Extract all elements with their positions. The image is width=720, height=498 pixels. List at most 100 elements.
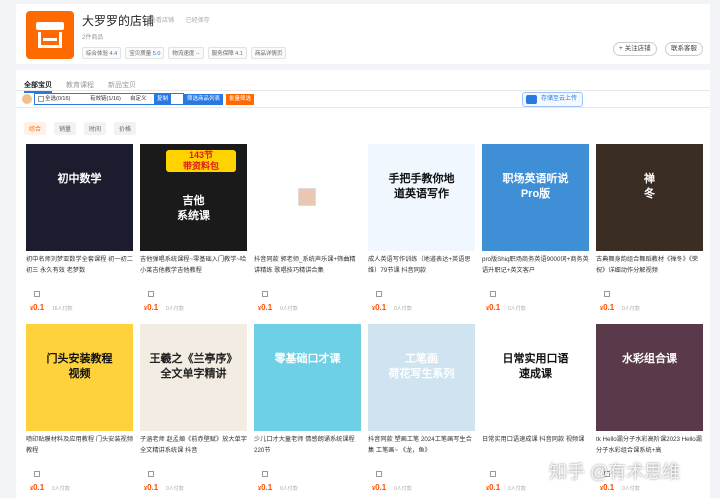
thumbnail-caption: 水彩组合课	[622, 353, 677, 365]
product-title[interactable]: 抖音同款 塑画工笔 2024工笔画写生合集 工笔画~ 《龙，鱼》	[368, 434, 475, 456]
product-sales: 0人付款	[52, 486, 70, 492]
product-title[interactable]: 喷印贴膜材料及应用教程 门头安装视频教程	[26, 434, 133, 456]
sort-comprehensive[interactable]: 综合	[24, 122, 47, 135]
product-thumbnail[interactable]: 门头安装教程 视频	[26, 324, 133, 431]
select-all-checkbox[interactable]: 全选(0/16)	[38, 94, 70, 104]
valid-link-option[interactable]: 有效链(1/16)	[90, 94, 121, 104]
product-thumbnail[interactable]: 手把手教你地 道英语写作	[368, 144, 475, 251]
cloud-upload-label: 存储至云上传	[541, 96, 578, 102]
product-checkbox[interactable]	[490, 291, 496, 297]
shop-name: 大罗罗的店铺	[82, 14, 155, 28]
product-title[interactable]: 日常实用口语速成课 抖音同款 视频课	[482, 434, 589, 456]
product-checkbox[interactable]	[262, 291, 268, 297]
product-sales: 0人付款	[394, 306, 412, 312]
thumbnail-caption: 禅 冬	[644, 173, 655, 200]
copy-button[interactable]: 复制	[154, 94, 172, 105]
product-sales: 0人付款	[508, 486, 526, 492]
product-thumbnail[interactable]: 水彩组合课	[596, 324, 703, 431]
product-thumbnail[interactable]: 禅 冬	[596, 144, 703, 251]
product-checkbox[interactable]	[34, 291, 40, 297]
shop-header: 大罗罗的店铺 查看店铺 已经保存 2件商品 综合体验 4.4 宝贝质量 5.0 物流…	[16, 4, 710, 64]
product-price: ¥0.1	[30, 303, 45, 312]
product-thumbnail[interactable]: 工笔画 荷花写生系列	[368, 324, 475, 431]
product-sales: 0人付款	[622, 486, 640, 492]
product-checkbox[interactable]	[376, 291, 382, 297]
product-checkbox[interactable]	[604, 291, 610, 297]
product-price: ¥0.1	[600, 303, 615, 312]
product-thumbnail[interactable]: 日常实用口语 速成课	[482, 324, 589, 431]
product-price: ¥0.1	[486, 303, 501, 312]
filter-list-button[interactable]: 筛选商品列表	[184, 94, 224, 105]
thumbnail-caption: 手把手教你地 道英语写作	[388, 173, 455, 200]
thumbnail-caption: 工笔画 荷花写生系列	[388, 353, 455, 380]
product-sales: 0人付款	[622, 306, 640, 312]
thumbnail-image	[298, 188, 316, 206]
shop-item-count: 2件商品	[82, 35, 104, 41]
product-title[interactable]: pro版Shiq职场商务英语9000词+商务英语升职记+英文客户	[482, 254, 589, 276]
product-thumbnail[interactable]: 零基础口才课	[254, 324, 361, 431]
cloud-upload-button[interactable]: 存储至云上传	[522, 92, 584, 107]
product-thumbnail[interactable]: 初中数学	[26, 144, 133, 251]
product-title[interactable]: 古典舞身韵组合舞蹈教材《禅冬》《荣祝》详细动作分解视频	[596, 254, 703, 276]
product-checkbox[interactable]	[490, 471, 496, 477]
product-price: ¥0.1	[372, 303, 387, 312]
product-price: ¥0.1	[258, 483, 273, 492]
watermark: 知乎 @有术思维	[549, 462, 681, 482]
batch-filter-button[interactable]: 批量筛选	[226, 94, 255, 105]
custom-option[interactable]: 自定义	[130, 94, 147, 104]
sort-price[interactable]: 价格	[114, 122, 137, 135]
product-price: ¥0.1	[144, 303, 159, 312]
sort-time[interactable]: 时间	[84, 122, 107, 135]
product-checkbox[interactable]	[376, 471, 382, 477]
product-sales: 16人付款	[52, 306, 73, 312]
product-title[interactable]: 抖音同款 郭老师_系统声乐课+筛曲精讲精练 歌唱技巧精讲合集	[254, 254, 361, 276]
product-title[interactable]: 成人英语写作训练（地道表达+英语思维）79节课 抖音同款	[368, 254, 475, 276]
product-price: ¥0.1	[30, 483, 45, 492]
product-checkbox[interactable]	[262, 471, 268, 477]
product-price: ¥0.1	[486, 483, 501, 492]
product-title[interactable]: tk Hello漏分子水彩高阶课2023 Hello漏分子水彩组合课系统+高	[596, 434, 703, 456]
thumbnail-caption: 门头安装教程 视频	[46, 353, 113, 380]
rating-badge: 服务保障 4.1	[207, 47, 247, 59]
thumbnail-caption: 王羲之《兰亭序》 全文单字精讲	[149, 353, 238, 380]
shop-ratings: 综合体验 4.4 宝贝质量 5.0 物流速度 -- 服务保障 4.1 商品详情页	[82, 47, 287, 59]
product-title[interactable]: 初中名师刘梦亚数学全套课程 初一初二 初三 永久有效 老梦数	[26, 254, 133, 276]
shop-logo	[26, 11, 74, 59]
product-title[interactable]: 少儿口才大童老师 情感朗诵系统课程 220节	[254, 434, 361, 456]
product-thumbnail[interactable]: 王羲之《兰亭序》 全文单字精讲	[140, 324, 247, 431]
thumbnail-caption: 初中数学	[57, 173, 102, 185]
product-checkbox[interactable]	[148, 291, 154, 297]
product-thumbnail[interactable]: 吉他 系统课 143节 带资料包	[140, 144, 247, 251]
product-price: ¥0.1	[258, 303, 273, 312]
product-sales: 0人付款	[166, 306, 184, 312]
thumbnail-caption: 吉他 系统课	[177, 195, 210, 222]
selection-toolbar: 全选(0/16) 有效链(1/16) 自定义 复制 筛选商品列表 批量筛选 存储…	[16, 90, 710, 108]
rating-badge: 宝贝质量 5.0	[125, 47, 165, 59]
cloud-icon	[526, 95, 537, 104]
shop-meta: 查看店铺 已经保存	[150, 15, 220, 24]
contact-service-button[interactable]: 联系客服	[665, 42, 703, 56]
product-sales: 0人付款	[280, 306, 298, 312]
avatar	[22, 94, 32, 104]
product-sales: 0人付款	[508, 306, 526, 312]
product-title[interactable]: 吉他弹唱系统课程~零基础入门教学~哈小莱吉他教学吉他教程	[140, 254, 247, 276]
thumbnail-caption: 日常实用口语 速成课	[502, 353, 569, 380]
follow-shop-button[interactable]: + 关注店铺	[613, 42, 657, 56]
product-thumbnail[interactable]: 职场英语听说 Pro版	[482, 144, 589, 251]
thumbnail-caption: 职场英语听说 Pro版	[502, 173, 569, 200]
rating-badge: 物流速度 --	[168, 47, 204, 59]
product-price: ¥0.1	[372, 483, 387, 492]
product-title[interactable]: 子涵老师 赵孟頫《前赤壁赋》放大单字全文精讲系统课 抖音	[140, 434, 247, 456]
sort-sales[interactable]: 销量	[54, 122, 77, 135]
product-checkbox[interactable]	[34, 471, 40, 477]
shop-meta-status: 已经保存	[185, 18, 210, 24]
product-panel: 全部宝贝 教育课程 新品宝贝 全选(0/16) 有效链(1/16) 自定义 复制…	[16, 70, 710, 498]
shop-meta-link[interactable]: 查看店铺	[150, 18, 174, 24]
sort-options: 综合 销量 时间 价格	[24, 122, 137, 135]
rating-badge: 商品详情页	[250, 47, 287, 59]
product-thumbnail[interactable]	[254, 144, 361, 251]
product-sales: 0人付款	[166, 486, 184, 492]
thumbnail-caption: 零基础口才课	[274, 353, 341, 365]
product-checkbox[interactable]	[148, 471, 154, 477]
product-price: ¥0.1	[144, 483, 159, 492]
